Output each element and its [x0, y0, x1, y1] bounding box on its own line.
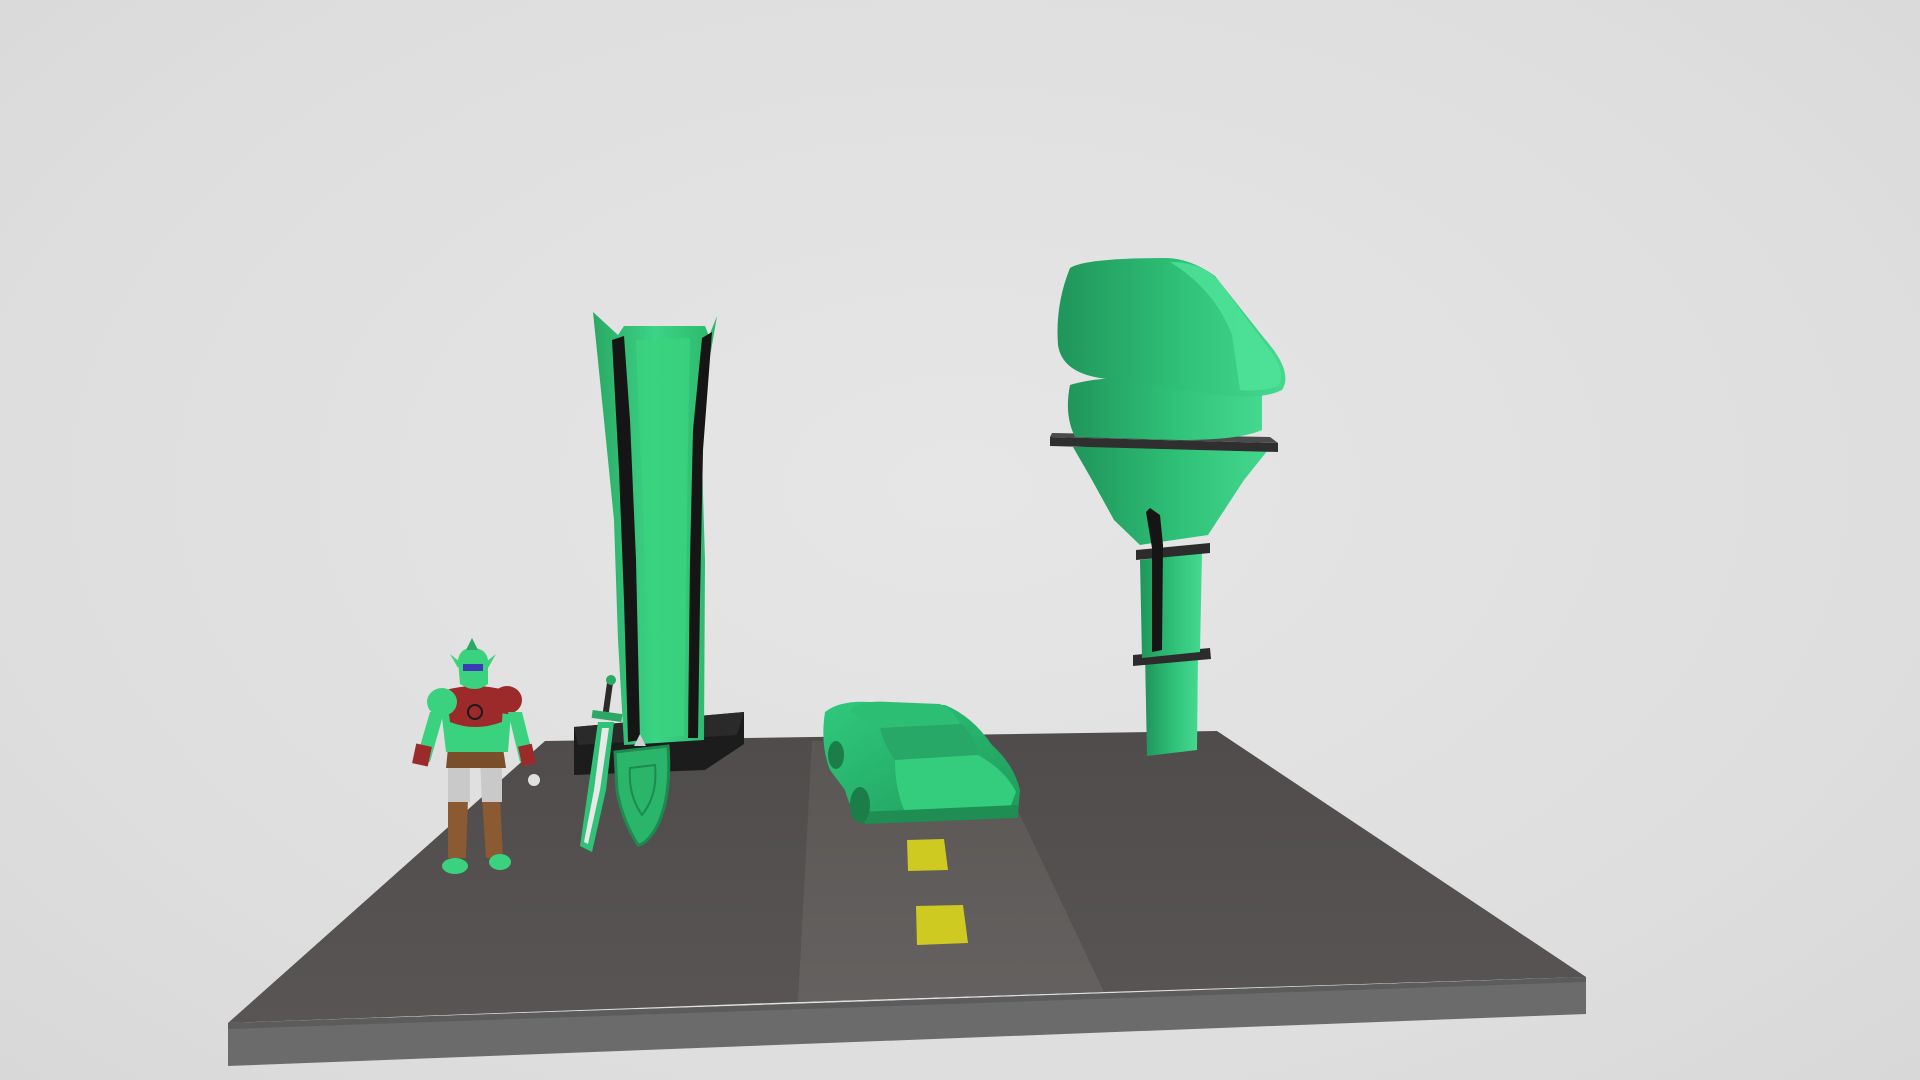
mushroom-funnel: [1073, 445, 1272, 545]
character-visor: [463, 664, 483, 671]
character-left-shoulder: [427, 688, 457, 716]
tall-green-tower[interactable]: [574, 312, 744, 775]
car-front-wheel: [850, 787, 870, 823]
3d-scene: [228, 258, 1586, 1066]
character-right-shoulder: [492, 686, 522, 714]
mushroom-tower[interactable]: [1050, 258, 1286, 756]
character-left-foot: [442, 858, 468, 874]
sword-pommel: [606, 675, 616, 685]
mushroom-stem: [1145, 650, 1198, 756]
character-helmet-horn-right: [486, 654, 496, 668]
car-rear-wheel: [828, 741, 844, 769]
3d-viewport[interactable]: [0, 0, 1920, 1080]
lane-marking: [907, 839, 948, 871]
mushroom-neck: [1140, 553, 1202, 658]
green-car[interactable]: [823, 701, 1020, 824]
character-left-leg: [448, 798, 468, 858]
character-right-foot: [489, 854, 511, 870]
character-left-bracer: [412, 743, 432, 767]
lane-marking: [916, 905, 968, 945]
character-helmet-horn-left: [450, 654, 460, 668]
character-left-hand: [411, 776, 423, 788]
character-helmet-crest: [466, 638, 478, 650]
character-right-hand: [528, 774, 540, 786]
car-windshield: [880, 724, 978, 760]
sword-grip: [602, 681, 614, 713]
